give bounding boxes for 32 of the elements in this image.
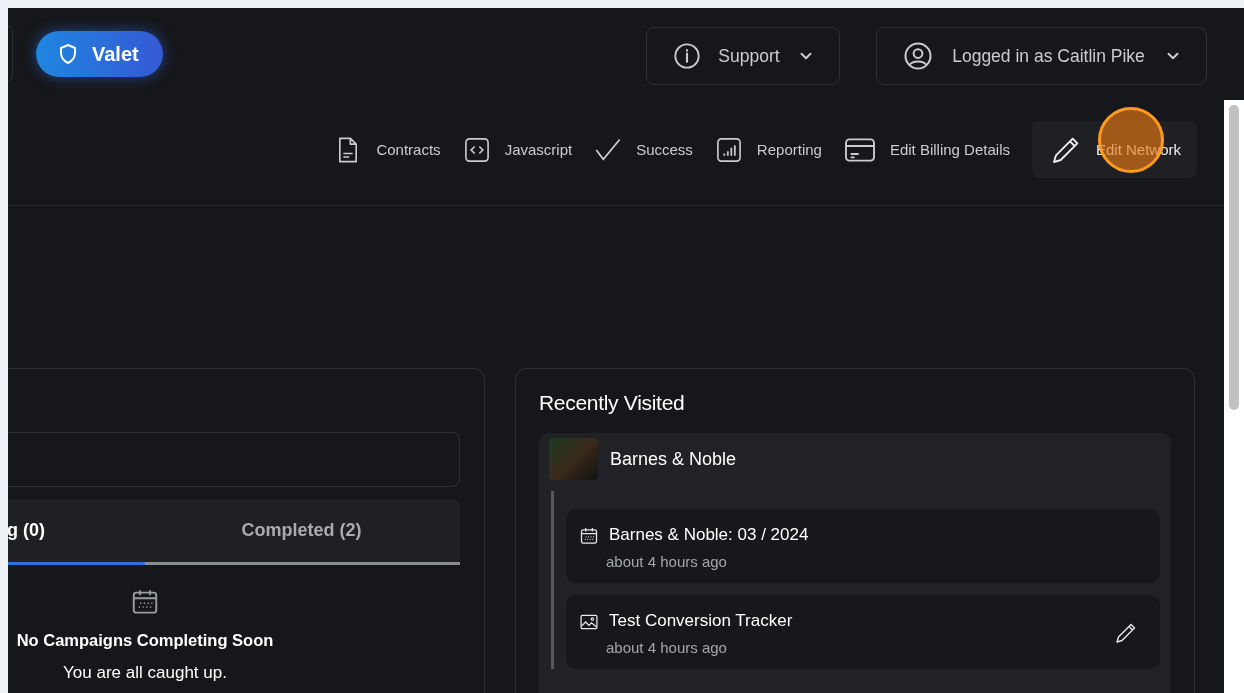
item-time: about 4 hours ago <box>606 639 728 656</box>
edit-button[interactable] <box>1114 621 1138 645</box>
recent-item[interactable]: Test Conversion Tracker about 4 hours ago <box>566 595 1160 669</box>
group-name[interactable]: Barnes & Noble <box>610 448 737 470</box>
nav-link[interactable]: Reporting <box>714 121 822 178</box>
tab[interactable]: g (0) <box>8 499 145 565</box>
section-title: Recently Visited <box>539 391 686 415</box>
valet-button[interactable]: Valet <box>36 31 163 77</box>
item-title: Test Conversion Tracker <box>609 611 794 631</box>
nav-link[interactable]: Edit Billing Details <box>843 121 1010 178</box>
empty-state-title: No Campaigns Completing Soon <box>16 631 274 650</box>
recent-item[interactable]: Barnes & Noble: 03 / 2024 about 4 hours ago <box>566 509 1160 583</box>
calendar-icon <box>130 587 160 617</box>
image-icon <box>579 612 599 632</box>
scrollbar[interactable] <box>1224 100 1244 693</box>
code-icon <box>462 135 491 164</box>
calendar-icon <box>579 526 599 546</box>
nav-link[interactable]: Success <box>594 121 693 178</box>
item-title: Barnes & Noble: 03 / 2024 <box>609 525 810 545</box>
bar-chart-icon <box>714 135 743 164</box>
user-icon <box>903 41 933 71</box>
support-menu-button[interactable]: Support <box>646 27 840 85</box>
empty-state-message: You are all caught up. <box>63 663 227 683</box>
tab[interactable]: Completed (2) <box>145 499 460 565</box>
account-menu-button[interactable]: Logged in as Caitlin Pike <box>876 27 1207 85</box>
pencil-icon <box>1114 621 1138 645</box>
nav-link[interactable]: Contracts <box>334 121 441 178</box>
search-field[interactable] <box>8 432 460 487</box>
nav-link[interactable]: Javascript <box>462 121 573 178</box>
thumbnail-placeholder <box>549 438 598 480</box>
info-icon <box>673 42 701 70</box>
item-time: about 4 hours ago <box>606 553 728 570</box>
